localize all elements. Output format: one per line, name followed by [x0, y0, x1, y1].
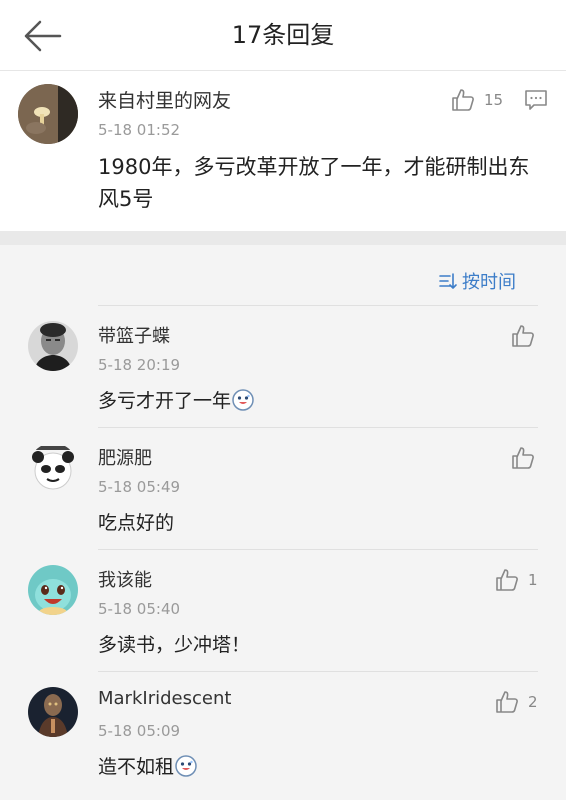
- username[interactable]: 带篮子蝶: [98, 322, 170, 348]
- back-arrow-icon[interactable]: [20, 18, 64, 54]
- like-group: 2: [494, 689, 538, 715]
- username[interactable]: MarkIridescent: [98, 688, 231, 709]
- reply-text: 多亏才开了一年: [98, 386, 254, 413]
- reply-item: 肥源肥 5-18 05:49 吃点好的: [0, 427, 566, 549]
- timestamp: 5-18 20:19: [98, 356, 181, 374]
- replies-list: 按时间 带篮子蝶 5-18 20:19 多亏才开了一年 肥源肥 5-18 05:…: [0, 245, 566, 800]
- comment-text: 1980年，多亏改革开放了一年，才能研制出东风5号: [98, 155, 530, 211]
- thumbs-up-icon[interactable]: [510, 445, 536, 471]
- avatar[interactable]: [28, 565, 78, 615]
- reply-text-content: 多亏才开了一年: [98, 390, 232, 412]
- avatar[interactable]: [28, 687, 78, 737]
- reply-text: 多读书，少冲塔！: [98, 634, 251, 656]
- reply-text: 造不如租: [98, 752, 197, 779]
- reply-item: MarkIridescent 2 5-18 05:09 造不如租: [0, 671, 566, 793]
- timestamp: 5-18 05:49: [98, 478, 181, 496]
- timestamp: 5-18 05:40: [98, 600, 181, 618]
- thumbs-up-icon[interactable]: [494, 567, 520, 593]
- comment-icon[interactable]: [524, 88, 548, 112]
- sort-icon: [439, 273, 457, 289]
- main-comment: 来自村里的网友 5-18 01:52 15 1980年，多亏改革开放了一年，才能…: [0, 71, 566, 231]
- divider: [98, 305, 538, 306]
- like-group: 15: [450, 87, 503, 113]
- page-title: 17条回复: [231, 21, 335, 49]
- divider: [98, 549, 538, 550]
- like-count: 2: [528, 693, 538, 711]
- avatar[interactable]: [28, 443, 78, 493]
- thumbs-up-icon[interactable]: [494, 689, 520, 715]
- like-count: 1: [528, 571, 538, 589]
- timestamp: 5-18 05:09: [98, 722, 181, 740]
- avatar[interactable]: [18, 84, 78, 144]
- section-divider: [0, 231, 566, 245]
- thumbs-up-icon[interactable]: [450, 87, 476, 113]
- sort-label: 按时间: [462, 272, 516, 293]
- sort-by-time-button[interactable]: 按时间: [438, 268, 516, 294]
- divider: [98, 671, 538, 672]
- like-group: 1: [494, 567, 538, 593]
- like-count: 15: [484, 91, 504, 109]
- reply-item: 带篮子蝶 5-18 20:19 多亏才开了一年: [0, 305, 566, 427]
- laughing-emoji-icon: [175, 754, 197, 777]
- thumbs-up-icon[interactable]: [510, 323, 536, 349]
- avatar[interactable]: [28, 321, 78, 371]
- username[interactable]: 我该能: [98, 566, 152, 592]
- reply-text-content: 造不如租: [98, 756, 175, 778]
- username[interactable]: 肥源肥: [98, 444, 152, 470]
- like-group: [510, 445, 536, 471]
- like-group: [510, 323, 536, 349]
- laughing-emoji-icon: [232, 388, 254, 411]
- top-bar: 17条回复: [0, 0, 566, 71]
- reply-text: 吃点好的: [98, 512, 175, 534]
- username[interactable]: 来自村里的网友: [98, 86, 231, 113]
- divider: [98, 427, 538, 428]
- reply-item: 我该能 1 5-18 05:40 多读书，少冲塔！: [0, 549, 566, 671]
- timestamp: 5-18 01:52: [98, 121, 181, 139]
